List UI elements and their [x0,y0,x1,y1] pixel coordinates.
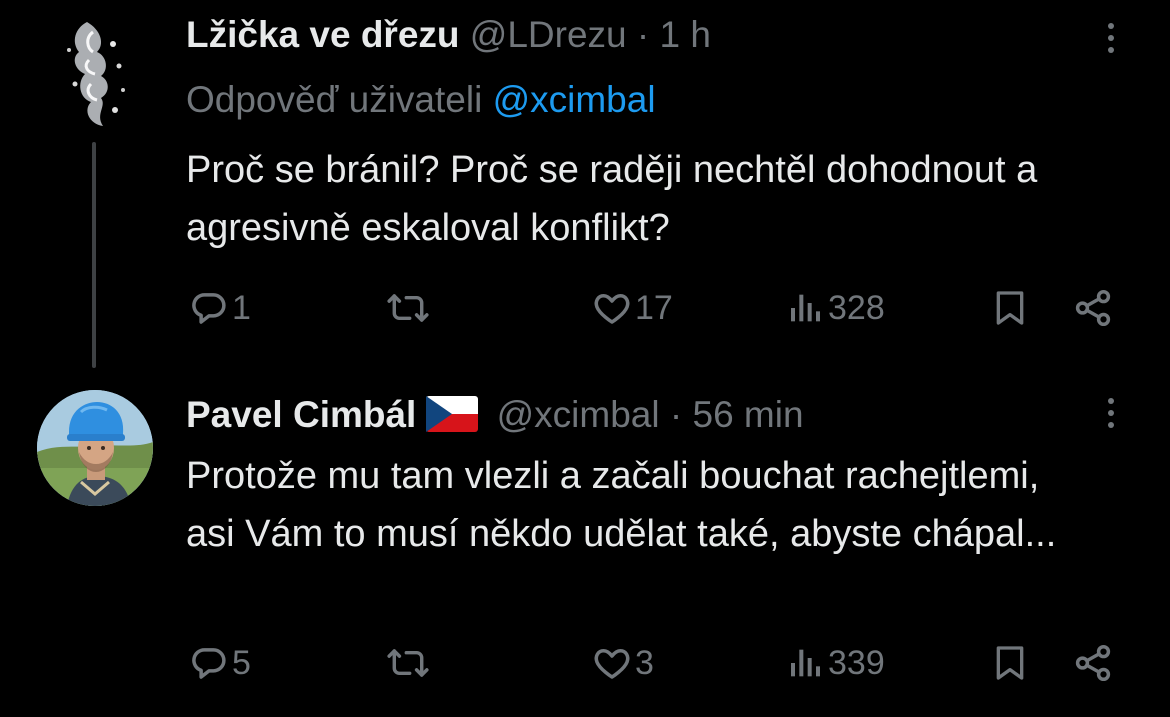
more-options-icon[interactable] [1096,16,1126,60]
tweet-header: Lžička ve dřezu @LDrezu · 1 h [186,13,711,57]
avatar[interactable] [37,390,153,506]
share-icon [1075,289,1111,327]
display-name[interactable]: Pavel Cimbál [186,394,416,435]
tweet-text: Proč se bránil? Proč se raději nechtěl d… [186,149,1038,249]
like-icon [594,294,630,324]
retweet-button[interactable] [384,641,434,685]
tweet[interactable]: Pavel Cimbál @xcimbal · 56 min Protože m… [0,365,1170,717]
views-count: 339 [828,643,885,682]
share-button[interactable] [1072,286,1114,330]
bookmark-icon [996,646,1024,680]
bookmark-button[interactable] [990,286,1030,330]
like-count: 3 [635,643,654,682]
retweet-icon [387,649,429,677]
tweet-header: Pavel Cimbál @xcimbal · 56 min [186,393,804,442]
bookmark-button[interactable] [990,641,1030,685]
retweet-button[interactable] [384,286,434,330]
timestamp[interactable]: 56 min [693,394,804,435]
bookmark-icon [996,291,1024,325]
tweet-text: Protože mu tam vlezli a začali bouchat r… [186,455,1057,555]
reply-button[interactable]: 1 [188,286,251,330]
like-icon [594,649,630,679]
meta-separator: · [669,394,683,435]
tweet[interactable]: Lžička ve dřezu @LDrezu · 1 h Odpověď už… [0,0,1170,368]
reply-icon [192,648,226,679]
reply-button[interactable]: 5 [188,641,251,685]
reply-context: Odpověď uživateli @xcimbal [186,78,656,122]
views-icon [791,649,820,677]
reply-count: 5 [232,643,251,682]
reply-icon [192,293,226,324]
timestamp[interactable]: 1 h [660,14,711,55]
like-count: 17 [635,288,673,327]
views-icon [791,294,820,322]
avatar[interactable] [35,14,155,134]
reply-prefix: Odpověď uživateli [186,79,483,120]
display-name[interactable]: Lžička ve dřezu [186,14,460,55]
more-options-icon[interactable] [1096,391,1126,435]
retweet-icon [387,294,429,322]
czech-flag-icon [426,396,479,442]
like-button[interactable]: 3 [591,641,654,685]
views-button[interactable]: 328 [786,286,885,330]
share-icon [1075,644,1111,682]
views-button[interactable]: 339 [786,641,885,685]
views-count: 328 [828,288,885,327]
tweet-actions: 1 17 328 [0,286,1170,330]
reply-count: 1 [232,288,251,327]
like-button[interactable]: 17 [591,286,673,330]
user-handle[interactable]: @LDrezu [470,14,627,55]
user-handle[interactable]: @xcimbal [497,394,660,435]
tweet-actions: 5 3 339 [0,641,1170,685]
thread-connector-line [92,142,96,368]
meta-separator: · [636,14,650,55]
reply-mention-link[interactable]: @xcimbal [493,79,656,120]
share-button[interactable] [1072,641,1114,685]
